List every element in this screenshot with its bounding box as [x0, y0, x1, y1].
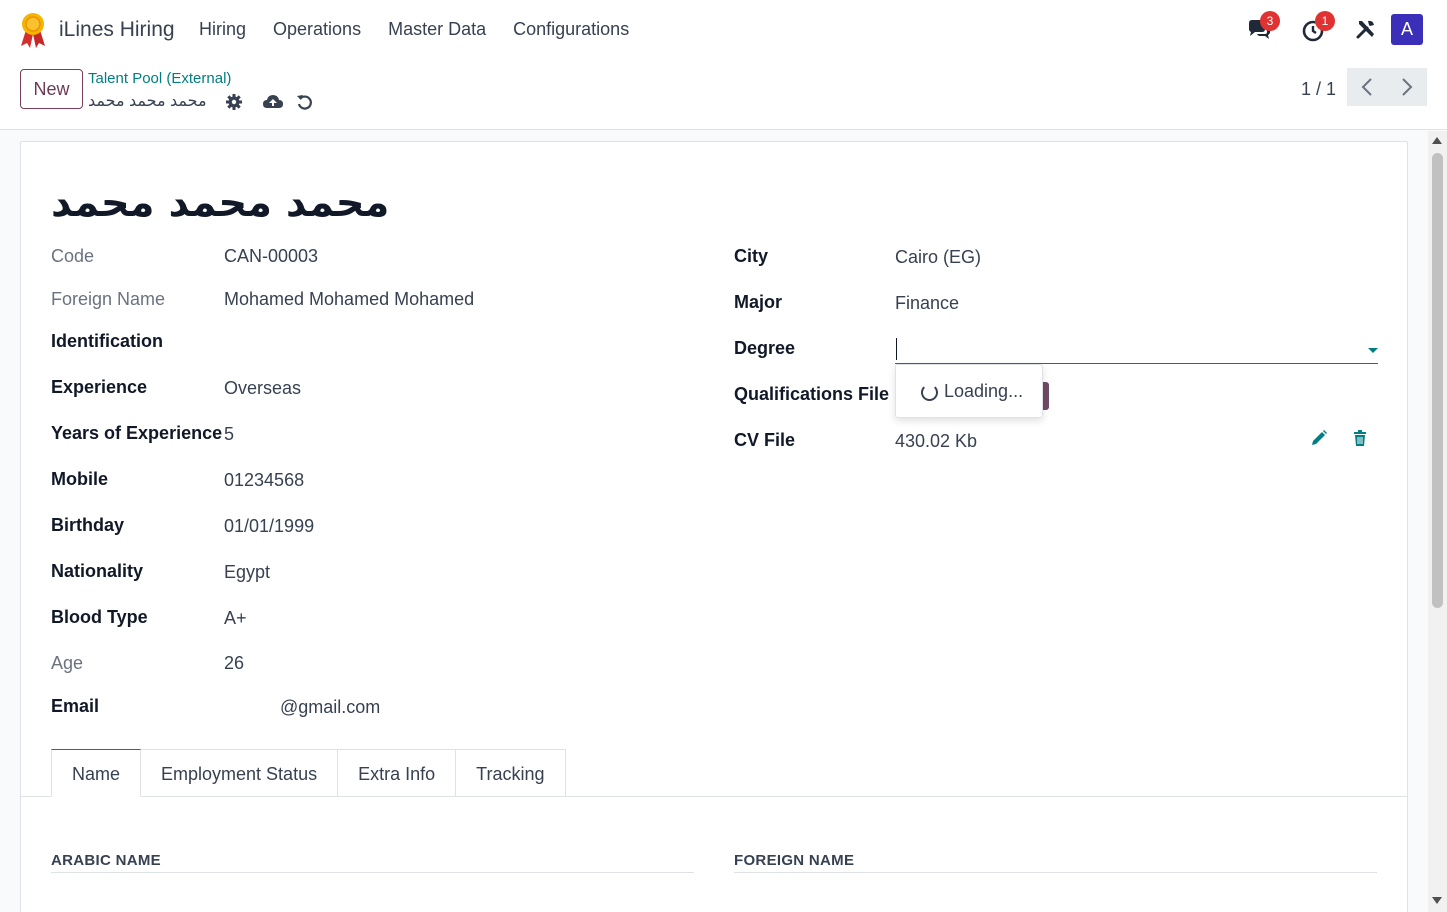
menu-item-hiring[interactable]: Hiring	[199, 19, 246, 40]
loading-text: Loading...	[944, 381, 1024, 401]
menu-item-configurations[interactable]: Configurations	[513, 19, 629, 40]
messages-button[interactable]: 3	[1246, 11, 1280, 43]
birthday-label: Birthday	[51, 515, 125, 535]
messages-badge: 3	[1260, 11, 1280, 31]
cloud-upload-icon[interactable]	[262, 93, 284, 111]
email-field[interactable]: @gmail.com	[280, 697, 380, 718]
tab-extra-info[interactable]: Extra Info	[338, 749, 457, 797]
top-navbar: iLines Hiring Hiring Operations Master D…	[0, 0, 1447, 60]
form-sheet: محمد محمد محمد Code CAN-00003 Foreign Na…	[20, 141, 1408, 912]
tab-name[interactable]: Name	[51, 749, 142, 797]
text-cursor	[896, 338, 897, 360]
menu-item-master-data[interactable]: Master Data	[388, 19, 486, 40]
gear-icon[interactable]	[225, 93, 243, 111]
record-title[interactable]: محمد محمد محمد	[51, 180, 389, 226]
breadcrumb-parent[interactable]: Talent Pool (External)	[88, 70, 231, 87]
email-label: Email	[51, 696, 100, 716]
nationality-label: Nationality	[51, 561, 144, 581]
section-arabic-name: ARABIC NAME	[51, 852, 161, 869]
menu-item-operations[interactable]: Operations	[273, 19, 361, 40]
qualifications-file-label: Qualifications File	[734, 384, 890, 404]
pager-value[interactable]: 1 / 1	[1301, 79, 1336, 100]
main-menu: Hiring Operations Master Data Configurat…	[199, 19, 656, 40]
degree-dropdown: Loading...	[895, 364, 1043, 418]
scroll-down-icon[interactable]	[1432, 897, 1442, 904]
award-ribbon-icon[interactable]	[18, 12, 48, 48]
section-divider	[734, 872, 1377, 873]
spinner-icon	[921, 384, 938, 401]
age-value: 26	[224, 653, 245, 673]
code-label: Code	[51, 246, 95, 266]
pager-previous-button[interactable]	[1347, 68, 1387, 106]
years-experience-label: Years of Experience	[51, 423, 223, 443]
mobile-field[interactable]: 01234568	[224, 470, 304, 491]
section-divider	[51, 872, 694, 873]
experience-label: Experience	[51, 377, 148, 397]
blood-type-label: Blood Type	[51, 607, 148, 627]
chevron-left-icon	[1361, 78, 1372, 96]
debug-tools-button[interactable]	[1354, 17, 1380, 43]
activities-badge: 1	[1315, 11, 1335, 31]
cv-file-label: CV File	[734, 430, 796, 450]
app-name[interactable]: iLines Hiring	[59, 18, 175, 42]
scroll-thumb[interactable]	[1432, 153, 1443, 608]
code-value: CAN-00003	[224, 246, 319, 266]
discard-icon[interactable]	[296, 93, 314, 111]
breadcrumb-current: محمد محمد محمد	[88, 93, 207, 110]
caret-down-icon[interactable]	[1368, 348, 1378, 353]
user-avatar[interactable]: A	[1391, 14, 1423, 45]
birthday-field[interactable]: 01/01/1999	[224, 516, 314, 537]
city-label: City	[734, 246, 769, 266]
mobile-label: Mobile	[51, 469, 108, 489]
city-field[interactable]: Cairo (EG)	[895, 247, 981, 268]
control-panel: New Talent Pool (External) محمد محمد محم…	[0, 60, 1447, 130]
major-label: Major	[734, 292, 783, 312]
pencil-icon[interactable]	[1310, 429, 1328, 447]
foreign-name-label: Foreign Name	[51, 289, 166, 309]
degree-label: Degree	[734, 338, 796, 358]
tab-employment-status[interactable]: Employment Status	[141, 749, 339, 797]
identification-label: Identification	[51, 331, 163, 351]
notebook-tabs: Name Employment Status Extra Info Tracki…	[51, 749, 566, 797]
degree-input[interactable]	[895, 334, 1378, 364]
blood-type-field[interactable]: A+	[224, 608, 247, 629]
major-field[interactable]: Finance	[895, 293, 959, 314]
chevron-right-icon	[1402, 78, 1413, 96]
age-label: Age	[51, 653, 84, 673]
scroll-up-icon[interactable]	[1432, 137, 1442, 144]
cv-file-size: 430.02 Kb	[895, 431, 978, 451]
activities-button[interactable]: 1	[1301, 11, 1335, 43]
nationality-field[interactable]: Egypt	[224, 562, 270, 583]
page-scrollbar[interactable]	[1428, 131, 1447, 912]
tools-icon	[1356, 20, 1374, 39]
section-foreign-name: FOREIGN NAME	[734, 852, 855, 869]
foreign-name-value: Mohamed Mohamed Mohamed	[224, 289, 475, 309]
experience-field[interactable]: Overseas	[224, 378, 301, 399]
new-button[interactable]: New	[20, 69, 83, 109]
years-experience-field[interactable]: 5	[224, 424, 234, 445]
tab-tracking[interactable]: Tracking	[456, 749, 566, 797]
pager-next-button[interactable]	[1387, 68, 1427, 106]
trash-icon[interactable]	[1351, 429, 1369, 447]
